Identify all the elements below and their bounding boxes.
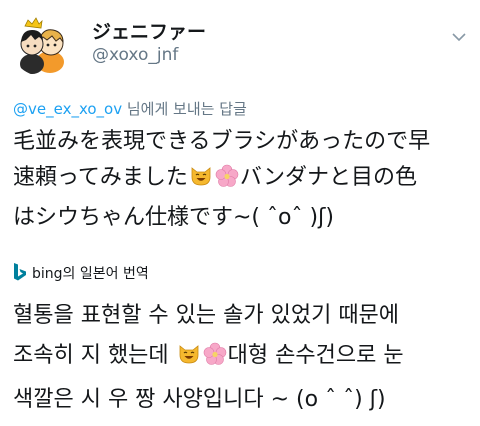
smiling-cat-emoji-icon — [189, 164, 213, 200]
tweet-line-1: 毛並みを表現できるブラシがあったので早 — [13, 129, 431, 154]
cherry-blossom-emoji-icon — [203, 340, 227, 380]
translated-line-2: 조속히 지 했는데 대형 손수건으로 눈 — [13, 336, 473, 380]
cherry-blossom-emoji-icon — [215, 164, 239, 200]
reply-context: @ve_ex_xo_ov 님에게 보내는 답글 — [13, 98, 247, 119]
translated-line-2-end: 대형 손수건으로 눈 — [227, 343, 404, 368]
handle[interactable]: @xoxo_jnf — [92, 45, 178, 65]
reply-suffix: 님에게 보내는 답글 — [122, 100, 247, 118]
tweet-line-3: はシウちゃん仕様です~( ˆoˆ )ʃ) — [13, 205, 335, 230]
translated-line-3: 색깔은 시 우 짱 사양입니다 ~ (o ˆ ˆ) ʃ) — [13, 387, 386, 412]
chevron-down-icon[interactable] — [452, 27, 466, 42]
translated-line-2-start: 조속히 지 했는데 — [13, 343, 176, 368]
translated-line-1: 혈통을 표현할 수 있는 솔가 있었기 때문에 — [13, 303, 400, 328]
bing-logo-icon — [14, 263, 26, 281]
tweet-text: 毛並みを表現できるブラシがあったので早 速頼ってみました バンダナと目の色 はシウ… — [13, 124, 473, 236]
smiling-cat-emoji-icon — [177, 340, 201, 380]
avatar[interactable] — [10, 12, 74, 76]
reply-mention-link[interactable]: @ve_ex_xo_ov — [13, 100, 122, 118]
tweet-line-2: 速頼ってみました バンダナと目の色 — [13, 160, 473, 200]
display-name[interactable]: ジェニファー — [92, 17, 206, 44]
translation-provider-label[interactable]: bing의 일본어 번역 — [32, 263, 149, 283]
translated-text: 혈통을 표현할 수 있는 솔가 있었기 때문에 조속히 지 했는데 대형 손수건… — [13, 296, 473, 420]
tweet-line-2-end: バンダナと目の色 — [239, 165, 418, 190]
tweet-line-2-start: 速頼ってみました — [13, 165, 188, 190]
avatar-illustration — [10, 12, 74, 76]
